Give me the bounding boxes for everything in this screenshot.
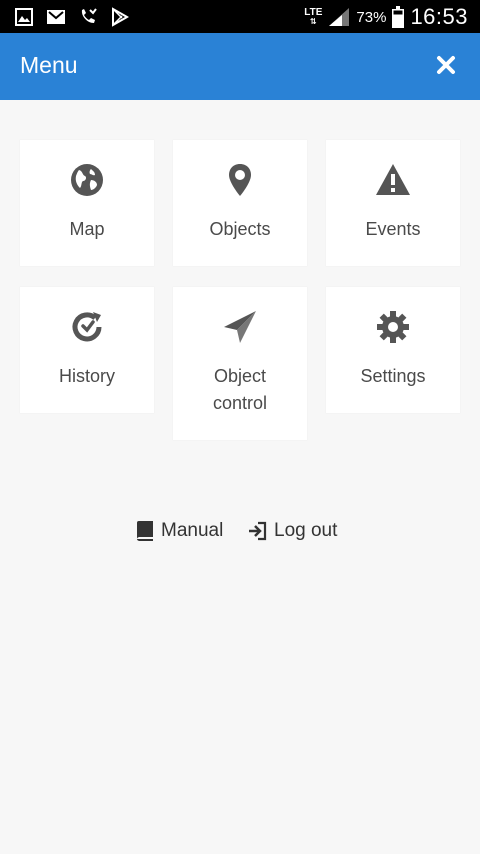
clock: 16:53 <box>410 4 468 29</box>
menu-item-label: Events <box>365 219 421 239</box>
play-store-icon <box>112 7 130 27</box>
app-bar: Menu <box>0 33 480 100</box>
paper-plane-icon <box>224 311 256 343</box>
warning-icon <box>376 164 410 195</box>
menu-item-label: Map <box>69 219 105 239</box>
menu-item-map[interactable]: Map <box>20 140 154 266</box>
menu-item-label: Object control <box>212 366 268 413</box>
missed-call-icon <box>81 8 97 23</box>
manual-label: Manual <box>161 520 224 541</box>
menu-item-objects[interactable]: Objects <box>173 140 307 266</box>
menu-item-label: Settings <box>360 366 426 386</box>
manual-link[interactable]: Manual <box>135 520 223 542</box>
page-title: Menu <box>20 52 78 78</box>
menu-item-object-control[interactable]: Object control <box>173 287 307 440</box>
menu-item-label: History <box>58 366 115 386</box>
battery-icon <box>392 6 405 28</box>
history-icon <box>72 312 102 342</box>
menu-item-settings[interactable]: Settings <box>326 287 460 413</box>
sign-in-icon <box>249 521 267 541</box>
logout-link[interactable]: Log out <box>248 520 337 542</box>
gallery-icon <box>15 8 33 26</box>
close-icon[interactable] <box>434 53 458 77</box>
menu-item-label: Objects <box>209 219 271 239</box>
status-bar: LTE ⇅ 73% 16:53 <box>0 0 480 33</box>
network-indicator: LTE ⇅ <box>304 7 323 27</box>
globe-icon <box>71 164 103 196</box>
menu-item-events[interactable]: Events <box>326 140 460 266</box>
signal-icon <box>329 8 350 26</box>
logout-label: Log out <box>274 520 338 541</box>
battery-percent: 73% <box>356 8 387 26</box>
gmail-icon <box>47 10 65 24</box>
footer-links: Manual Log out <box>0 516 480 550</box>
map-pin-icon <box>229 164 251 196</box>
gear-icon <box>377 311 409 343</box>
menu-item-history[interactable]: History <box>20 287 154 413</box>
book-icon <box>137 521 153 541</box>
